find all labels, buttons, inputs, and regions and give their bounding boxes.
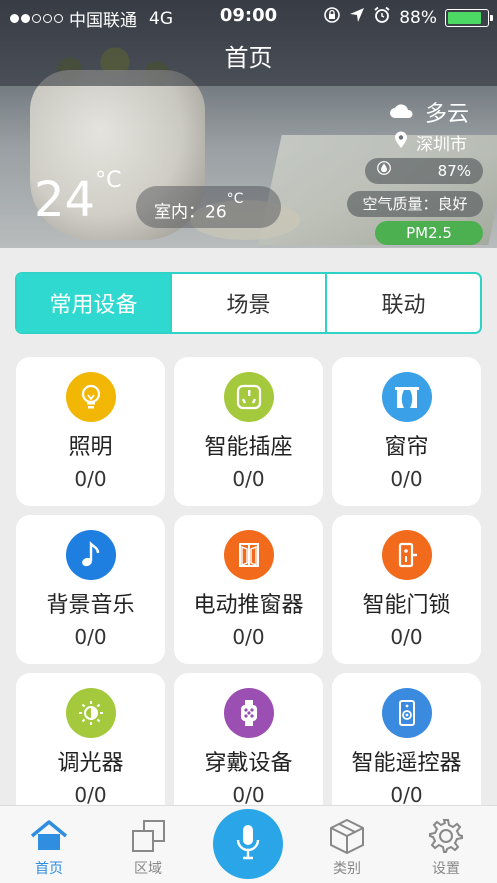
door-lock-icon [381, 530, 432, 580]
water-drop-icon [377, 158, 391, 184]
rotation-lock-icon [323, 6, 341, 29]
curtain-icon [381, 372, 432, 422]
device-count: 0/0 [74, 467, 107, 491]
weather-condition-text: 多云 [424, 102, 469, 127]
device-card-smart-remote[interactable]: 智能遥控器 0/0 [332, 673, 481, 822]
device-card-curtain[interactable]: 窗帘 0/0 [332, 357, 481, 506]
device-count: 0/0 [232, 467, 265, 491]
tabbar-label: 设置 [432, 861, 460, 877]
device-card-dimmer[interactable]: 调光器 0/0 [16, 673, 165, 822]
microphone-icon [233, 823, 263, 865]
window-opener-icon [223, 530, 274, 580]
tabbar-item-category[interactable]: 类别 [312, 814, 382, 878]
humidity-badge: 87% [365, 158, 483, 184]
outdoor-temp-value: 24 [34, 172, 96, 228]
location-pin-icon [394, 131, 408, 154]
device-name: 背景音乐 [46, 593, 135, 618]
tabbar-label: 区域 [134, 861, 162, 877]
indoor-temperature-badge: 室内：26°C [136, 186, 281, 228]
tab-scenes[interactable]: 场景 [170, 274, 325, 332]
voice-assistant-button[interactable] [213, 809, 283, 879]
indoor-temp-value: 26 [205, 202, 227, 223]
segment-tabs: 常用设备 场景 联动 [15, 272, 482, 334]
music-note-icon [65, 530, 116, 580]
location-arrow-icon [349, 7, 365, 28]
smartwatch-icon [223, 688, 274, 738]
device-name: 智能遥控器 [351, 751, 462, 776]
remote-control-icon [381, 688, 432, 738]
device-name: 穿戴设备 [204, 751, 293, 776]
status-bar: 中国联通 4G 09:00 88% [0, 0, 497, 34]
tabbar-label: 类别 [333, 861, 361, 877]
device-count: 0/0 [232, 783, 265, 807]
tabbar-label: 首页 [35, 861, 63, 877]
device-count: 0/0 [390, 467, 423, 491]
humidity-value: 87% [437, 162, 471, 180]
battery-icon [445, 8, 493, 27]
device-card-wearables[interactable]: 穿戴设备 0/0 [174, 673, 323, 822]
tab-linkage[interactable]: 联动 [325, 274, 480, 332]
page-title: 首页 [224, 44, 273, 72]
device-grid: 照明 0/0 智能插座 0/0 窗帘 0/0 背景音乐 0/0 电动推窗器 0/… [16, 357, 481, 822]
socket-icon [223, 372, 274, 422]
device-card-smart-socket[interactable]: 智能插座 0/0 [174, 357, 323, 506]
bulb-icon [65, 372, 116, 422]
indoor-temp-unit: °C [226, 191, 244, 207]
battery-percent: 88% [399, 7, 437, 28]
pm25-badge: PM2.5 [375, 221, 483, 245]
tabbar-item-home[interactable]: 首页 [14, 814, 84, 878]
outdoor-temp-unit: °C [95, 168, 122, 193]
device-name: 智能插座 [204, 435, 293, 460]
device-count: 0/0 [232, 625, 265, 649]
device-card-background-music[interactable]: 背景音乐 0/0 [16, 515, 165, 664]
indoor-label: 室内： [154, 202, 205, 223]
tab-common-devices[interactable]: 常用设备 [17, 274, 170, 332]
weather-condition: 多云 [389, 96, 469, 128]
device-name: 照明 [68, 435, 113, 460]
home-icon [14, 814, 84, 858]
tabbar-item-area[interactable]: 区域 [113, 814, 183, 878]
device-card-window-opener[interactable]: 电动推窗器 0/0 [174, 515, 323, 664]
tabbar-item-settings[interactable]: 设置 [411, 814, 481, 878]
city-location: 深圳市 [394, 130, 467, 155]
device-count: 0/0 [74, 625, 107, 649]
device-name: 电动推窗器 [193, 593, 304, 618]
device-card-smart-lock[interactable]: 智能门锁 0/0 [332, 515, 481, 664]
device-count: 0/0 [390, 783, 423, 807]
device-card-lighting[interactable]: 照明 0/0 [16, 357, 165, 506]
category-box-icon [312, 814, 382, 858]
area-icon [113, 814, 183, 858]
gear-icon [411, 814, 481, 858]
outdoor-temperature: 24°C [34, 168, 121, 228]
city-name: 深圳市 [416, 135, 467, 155]
dimmer-icon [65, 688, 116, 738]
air-quality-badge: 空气质量：良好 [347, 191, 483, 217]
device-name: 窗帘 [384, 435, 429, 460]
device-count: 0/0 [74, 783, 107, 807]
device-count: 0/0 [390, 625, 423, 649]
cloud-icon [389, 100, 415, 125]
alarm-icon [373, 6, 391, 29]
device-name: 调光器 [57, 751, 124, 776]
device-name: 智能门锁 [362, 593, 451, 618]
